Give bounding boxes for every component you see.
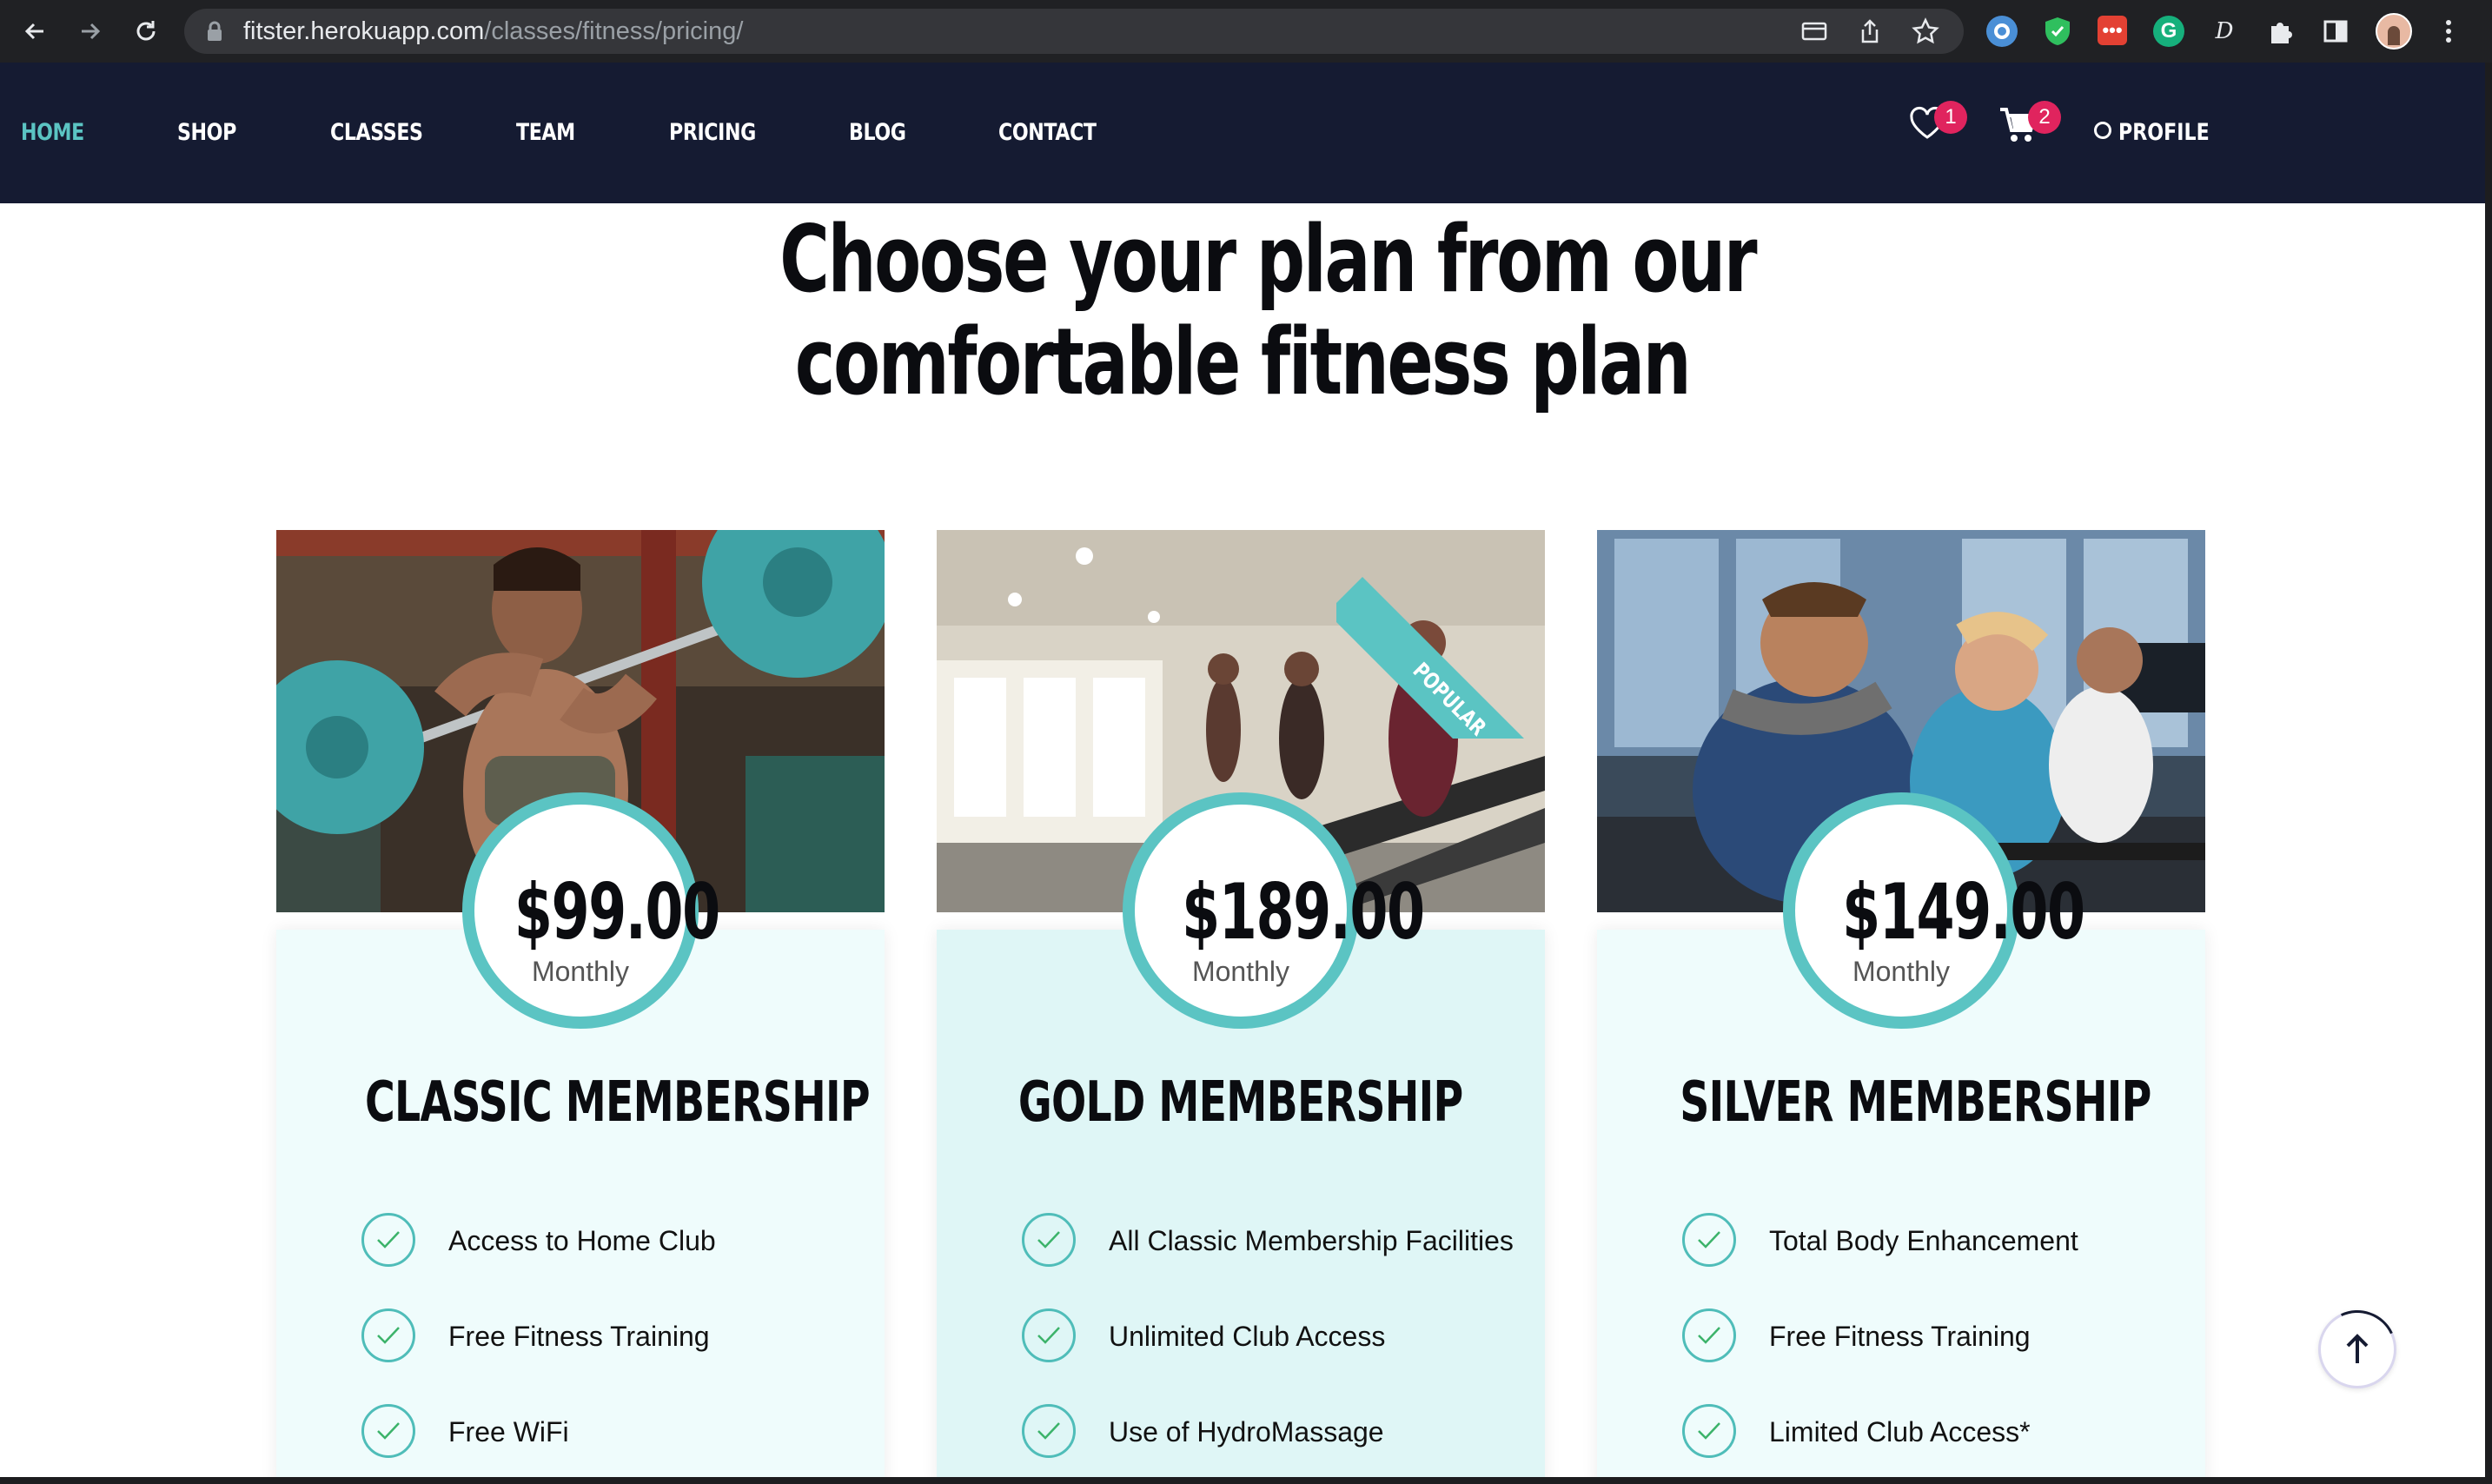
check-icon (1682, 1308, 1736, 1362)
nav-team[interactable]: TEAM (516, 111, 575, 155)
check-icon (1682, 1404, 1736, 1458)
dots-extension-icon[interactable]: ••• (2098, 16, 2127, 45)
price-amount: $189.00 (1135, 867, 1425, 957)
forward-icon[interactable] (71, 12, 109, 50)
price-text: $149.00 (1842, 867, 2085, 957)
plan-title-gold: GOLD MEMBERSHIP (937, 1070, 1545, 1135)
scroll-progress-arc (2307, 1299, 2408, 1400)
check-icon (361, 1308, 415, 1362)
card-icon[interactable] (1800, 17, 1828, 45)
feature-item: Free Fitness Training (361, 1308, 883, 1364)
price-text: $189.00 (1182, 867, 1425, 957)
address-bar[interactable]: fitster.herokuapp.com/classes/fitness/pr… (184, 9, 1964, 54)
feature-item: Unlimited Club Access (1022, 1308, 1543, 1364)
puzzle-extensions-icon[interactable] (2264, 16, 2296, 47)
side-panel-icon[interactable] (2320, 16, 2351, 47)
feature-item: Limited Club Access* (1682, 1404, 2204, 1460)
feature-text: Access to Home Club (448, 1225, 716, 1256)
lock-icon (205, 21, 224, 46)
page-heading: Choose your plan from our comfortable fi… (608, 209, 1877, 414)
plan-card-silver: SILVER MEMBERSHIP Total Body Enhancement… (1597, 530, 2205, 1484)
plan-card-gold: GOLD MEMBERSHIP All Classic Membership F… (937, 530, 1545, 1484)
reload-icon[interactable] (127, 12, 165, 50)
shield-extension-icon[interactable] (2042, 16, 2073, 47)
extension-circle-icon[interactable] (1986, 16, 2018, 47)
url-text: fitster.herokuapp.com/classes/fitness/pr… (243, 9, 743, 54)
heading-line-1: Choose your plan from our (779, 206, 1757, 313)
plan-title-silver: SILVER MEMBERSHIP (1597, 1070, 2205, 1135)
kebab-menu-icon[interactable] (2433, 16, 2464, 47)
wishlist-count-badge: 1 (1934, 101, 1967, 134)
bookmark-star-icon[interactable] (1912, 17, 1939, 45)
plan-title-text: SILVER MEMBERSHIP (1680, 1070, 2151, 1135)
price-period: Monthly (1191, 956, 1290, 987)
avatar[interactable] (2376, 13, 2412, 50)
price-badge-silver: $149.00 Monthly (1783, 792, 2085, 1029)
nav-home[interactable]: HOME (21, 111, 84, 155)
price-period: Monthly (531, 956, 630, 987)
heading-line-2: comfortable fitness plan (795, 308, 1692, 415)
plan-title-classic: CLASSIC MEMBERSHIP (276, 1070, 885, 1135)
check-icon (361, 1404, 415, 1458)
plan-title-text: GOLD MEMBERSHIP (1018, 1070, 1463, 1135)
feature-item: Access to Home Club (361, 1213, 883, 1269)
check-icon (1022, 1308, 1076, 1362)
feature-text: Use of HydroMassage (1109, 1416, 1384, 1448)
wishlist-button[interactable]: 1 (1908, 101, 1967, 145)
feature-text: Free Fitness Training (448, 1321, 710, 1352)
nav-shop[interactable]: SHOP (177, 111, 236, 155)
grammarly-icon[interactable]: G (2153, 16, 2184, 47)
ribbon-label: POPULAR (1336, 577, 1545, 739)
profile-icon (2094, 122, 2111, 139)
scroll-to-top-button[interactable] (2307, 1299, 2408, 1400)
popular-ribbon: POPULAR (1336, 530, 1545, 739)
window-edge (0, 1477, 2492, 1484)
feature-item: Total Body Enhancement (1682, 1213, 2204, 1269)
url-host: fitster.herokuapp.com (243, 17, 485, 45)
feature-text: Limited Club Access* (1769, 1416, 2031, 1448)
feature-text: Free Fitness Training (1769, 1321, 2031, 1352)
plan-card-classic: CLASSIC MEMBERSHIP Access to Home Club F… (276, 530, 885, 1484)
nav-pricing[interactable]: PRICING (669, 111, 756, 155)
back-icon[interactable] (16, 12, 54, 50)
cart-button[interactable]: 2 (1998, 101, 2061, 149)
nav-blog[interactable]: BLOG (849, 111, 906, 155)
check-icon (361, 1213, 415, 1267)
profile-link[interactable]: PROFILE (2118, 111, 2210, 155)
script-d-extension-icon[interactable]: D (2209, 16, 2240, 47)
nav-classes[interactable]: CLASSES (330, 111, 423, 155)
price-badge-classic: $99.00 Monthly (462, 792, 720, 1029)
browser-window: fitster.herokuapp.com/classes/fitness/pr… (0, 0, 2492, 1484)
feature-item: All Classic Membership Facilities (1022, 1213, 1543, 1269)
ribbon-text: POPULAR (1408, 657, 1491, 739)
url-path: /classes/fitness/pricing/ (484, 17, 744, 45)
price-badge-gold: $189.00 Monthly (1123, 792, 1425, 1029)
feature-text: Free WiFi (448, 1416, 569, 1448)
feature-text: Total Body Enhancement (1769, 1225, 2078, 1256)
feature-text: Unlimited Club Access (1109, 1321, 1386, 1352)
feature-item: Free WiFi (361, 1404, 883, 1460)
check-icon (1682, 1213, 1736, 1267)
feature-item: Free Fitness Training (1682, 1308, 2204, 1364)
price-amount: $99.00 (474, 867, 720, 957)
window-edge (2485, 63, 2492, 1484)
site-header: HOME SHOP CLASSES TEAM PRICING BLOG CONT… (0, 63, 2485, 203)
price-period: Monthly (1852, 956, 1951, 987)
feature-item: Use of HydroMassage (1022, 1404, 1543, 1460)
check-icon (1022, 1404, 1076, 1458)
price-amount: $149.00 (1795, 867, 2085, 957)
cart-count-badge: 2 (2028, 101, 2061, 134)
nav-contact[interactable]: CONTACT (998, 111, 1097, 155)
check-icon (1022, 1213, 1076, 1267)
plan-title-text: CLASSIC MEMBERSHIP (365, 1070, 871, 1135)
share-icon[interactable] (1856, 17, 1884, 45)
feature-text: All Classic Membership Facilities (1109, 1225, 1514, 1256)
browser-toolbar: fitster.herokuapp.com/classes/fitness/pr… (0, 0, 2492, 63)
price-text: $99.00 (514, 867, 720, 957)
